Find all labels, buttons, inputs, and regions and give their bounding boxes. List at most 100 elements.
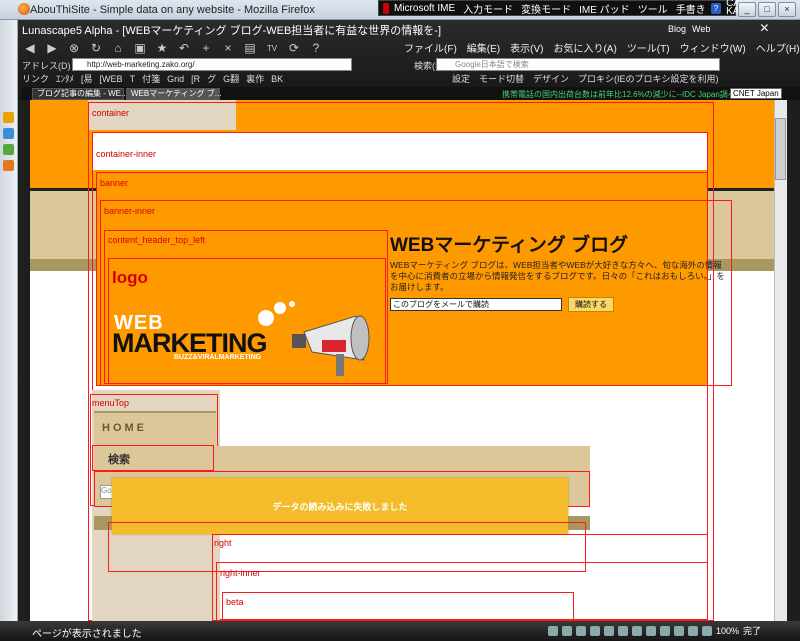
back-icon[interactable]: ◀ bbox=[22, 40, 38, 56]
blog-title[interactable]: WEBマーケティング ブログ bbox=[390, 230, 628, 257]
menu-file[interactable]: ファイル(F) bbox=[404, 40, 457, 55]
link-item[interactable]: 裏作 bbox=[246, 72, 264, 85]
link-item[interactable]: T bbox=[130, 74, 136, 84]
status-icon[interactable] bbox=[548, 625, 558, 636]
subscribe-email-input[interactable]: このブログをメールで購読 bbox=[390, 298, 562, 311]
history-icon[interactable]: ↶ bbox=[176, 40, 192, 56]
ime-item[interactable]: IME パッド bbox=[576, 1, 633, 16]
print-icon[interactable]: ▤ bbox=[242, 40, 258, 56]
scrollbar-thumb[interactable] bbox=[775, 118, 786, 180]
menu-favorites[interactable]: お気に入り(A) bbox=[553, 40, 616, 55]
globe-icon[interactable] bbox=[3, 128, 14, 139]
status-icon[interactable] bbox=[562, 625, 572, 636]
status-icon[interactable] bbox=[604, 625, 614, 636]
link-item[interactable]: グ bbox=[207, 72, 216, 85]
settings-button[interactable]: 設定 bbox=[452, 72, 470, 85]
help-icon[interactable]: ? bbox=[710, 2, 722, 14]
status-icon[interactable] bbox=[688, 625, 698, 636]
content-header-label: content_header_top_left bbox=[108, 235, 206, 245]
help-menu-icon[interactable]: ? bbox=[308, 40, 324, 56]
status-done: 完了 bbox=[743, 626, 762, 636]
maximize-button[interactable]: □ bbox=[758, 2, 776, 17]
search-heading: 検索 bbox=[108, 454, 130, 466]
ime-item[interactable]: Microsoft IME bbox=[391, 3, 458, 14]
tv-icon[interactable]: TV bbox=[264, 40, 280, 56]
ime-item[interactable]: ツール bbox=[635, 1, 671, 16]
favorites-icon[interactable]: ★ bbox=[154, 40, 170, 56]
stop-icon[interactable]: ⊗ bbox=[66, 40, 82, 56]
links-toolbar: リンク ｴﾝﾀﾒ [易 [WEB T 付箋 Grid [R グ G翻 裏作 BK bbox=[22, 72, 283, 85]
lock-icon[interactable]: ▣ bbox=[132, 40, 148, 56]
mode-switch-button[interactable]: モード切替 bbox=[479, 72, 524, 85]
blog-search-toggle[interactable]: Blog bbox=[668, 24, 686, 34]
web-search-toggle[interactable]: Web bbox=[692, 24, 710, 34]
remove-icon[interactable]: × bbox=[220, 40, 236, 56]
address-input[interactable]: http://web-marketing.zako.org/ bbox=[72, 58, 352, 71]
home-icon[interactable]: ⌂ bbox=[110, 40, 126, 56]
link-item[interactable]: G翻 bbox=[223, 72, 239, 85]
ime-item[interactable]: 手書き bbox=[673, 1, 709, 16]
link-item[interactable]: Grid bbox=[167, 74, 184, 84]
status-icon[interactable] bbox=[618, 625, 628, 636]
status-icon[interactable] bbox=[576, 625, 586, 636]
star-icon[interactable] bbox=[3, 112, 14, 123]
links-label: リンク bbox=[22, 74, 50, 84]
news-source-select[interactable]: CNET Japan bbox=[730, 88, 782, 99]
news-ticker[interactable]: 携帯電話の国内出荷台数は前年比12.6%の減少に--IDC Japan調べ bbox=[502, 89, 736, 100]
menu-tools[interactable]: ツール(T) bbox=[627, 40, 670, 55]
close-button[interactable]: × bbox=[778, 2, 796, 17]
ime-red-icon bbox=[383, 2, 389, 14]
search-input[interactable]: Google日本語で検索 bbox=[436, 58, 720, 71]
link-item[interactable]: [易 bbox=[81, 72, 93, 85]
blog-description: WEBマーケティング ブログは、WEB担当者やWEBが大好きな方々へ、旬な海外の… bbox=[390, 260, 725, 292]
subscribe-button[interactable]: 購読する bbox=[568, 297, 614, 312]
status-text: ページが表示されました bbox=[32, 629, 142, 640]
browser-side-panel bbox=[0, 20, 18, 622]
ime-item[interactable]: 変換モード bbox=[518, 1, 574, 16]
firefox-window-title: AbouThiSite - Simple data on any website… bbox=[30, 4, 315, 16]
status-icon[interactable] bbox=[646, 625, 656, 636]
beta-label: beta bbox=[226, 597, 244, 607]
status-icon[interactable] bbox=[674, 625, 684, 636]
ime-language-bar[interactable]: Microsoft IME 入力モード 変換モード IME パッド ツール 手書… bbox=[378, 0, 753, 17]
logo-tagline: BUZZ&VIRALMARKETING bbox=[174, 354, 262, 361]
web-page: container container-inner banner banner-… bbox=[30, 100, 774, 621]
link-item[interactable]: ｴﾝﾀﾒ bbox=[56, 72, 74, 85]
refresh-icon[interactable]: ⟳ bbox=[286, 40, 302, 56]
container-label: container bbox=[92, 108, 130, 118]
link-item[interactable]: [R bbox=[191, 74, 200, 84]
forward-icon[interactable]: ▶ bbox=[44, 40, 60, 56]
menu-help[interactable]: ヘルプ(H) bbox=[756, 40, 800, 55]
reload-icon[interactable]: ↻ bbox=[88, 40, 104, 56]
minimize-button[interactable]: _ bbox=[738, 2, 756, 17]
menu-view[interactable]: 表示(V) bbox=[510, 40, 543, 55]
menu-home-link[interactable]: HOME bbox=[102, 422, 147, 434]
rss-icon[interactable] bbox=[3, 160, 14, 171]
megaphone-icon bbox=[258, 301, 370, 376]
lunascape-title: Lunascape5 Alpha - [WEBマーケティング ブログ-WEB担当… bbox=[22, 25, 442, 37]
right-inner-label: right-inner bbox=[220, 568, 261, 578]
design-button[interactable]: デザイン bbox=[533, 72, 569, 85]
menu-edit[interactable]: 編集(E) bbox=[467, 40, 500, 55]
status-icon[interactable] bbox=[632, 625, 642, 636]
lunascape-close-icon[interactable]: ✕ bbox=[756, 22, 772, 36]
tab-blog-edit[interactable]: ブログ記事の編集 - WE.. bbox=[32, 88, 125, 100]
menu-window[interactable]: ウィンドウ(W) bbox=[680, 40, 746, 55]
link-item[interactable]: 付箋 bbox=[142, 72, 160, 85]
bookmark-icon[interactable] bbox=[3, 144, 14, 155]
logo-label: logo bbox=[112, 268, 148, 287]
banner-inner-label: banner-inner bbox=[104, 206, 156, 216]
ime-item[interactable]: 入力モード bbox=[460, 1, 516, 16]
link-item[interactable]: BK bbox=[271, 74, 283, 84]
zoom-level[interactable]: 100% bbox=[716, 626, 739, 636]
zoom-icon[interactable] bbox=[702, 625, 712, 636]
status-icon[interactable] bbox=[590, 625, 600, 636]
proxy-button[interactable]: プロキシ(IEのプロキシ設定を利用) bbox=[578, 72, 719, 85]
add-icon[interactable]: + bbox=[198, 40, 214, 56]
link-item[interactable]: [WEB bbox=[100, 74, 123, 84]
status-icon[interactable] bbox=[660, 625, 670, 636]
menu-bar: ファイル(F) 編集(E) 表示(V) お気に入り(A) ツール(T) ウィンド… bbox=[404, 40, 800, 55]
tab-web-marketing[interactable]: WEBマーケティング ブ... bbox=[126, 88, 221, 100]
banner-label: banner bbox=[100, 178, 129, 188]
beta-outline bbox=[222, 592, 574, 621]
